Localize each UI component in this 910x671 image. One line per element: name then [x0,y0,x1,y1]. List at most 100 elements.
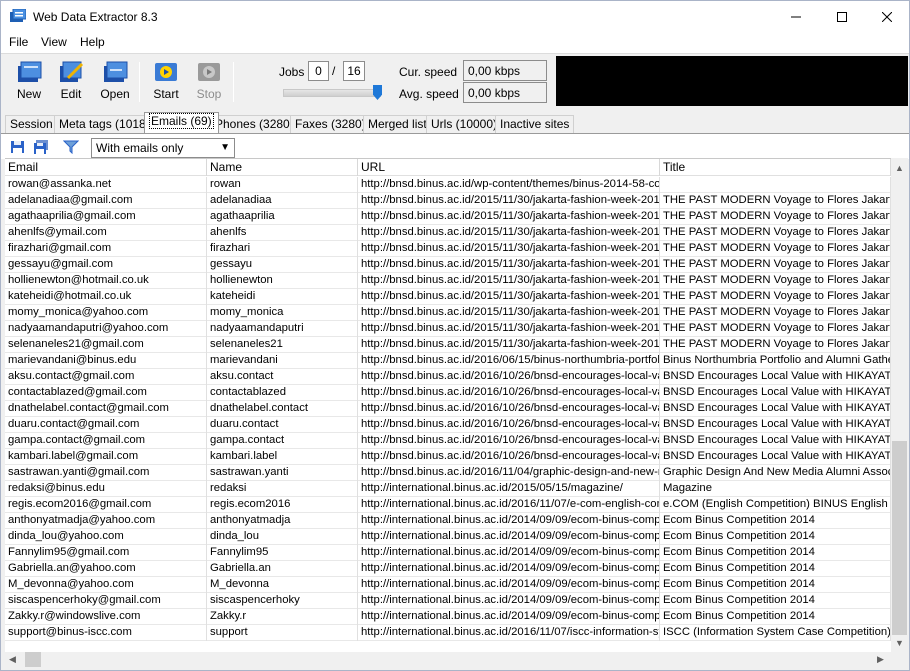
cell-title [660,177,891,193]
jobs-current-field[interactable]: 0 [308,61,329,81]
table-row[interactable]: M_devonna@yahoo.com M_devonna http://inter… [5,577,891,593]
table-row[interactable]: gessayu@gmail.com gessayu http://bnsd.binu… [5,257,891,273]
cell-title: Ecom Binus Competition 2014 [660,609,891,625]
tab-phones[interactable]: Phones (3280) [210,115,299,133]
table-row[interactable]: Zakky.r@windowslive.com Zakky.r http://int… [5,609,891,625]
tab-emails[interactable]: Emails (69) [144,112,219,133]
tab-urls[interactable]: Urls (10000) [426,115,503,133]
table-row[interactable]: dnathelabel.contact@gmail.com dnathelabel… [5,401,891,417]
table-row[interactable]: rowan@assanka.net rowan http://bnsd.binus.… [5,177,891,193]
table-row[interactable]: aksu.contact@gmail.com aksu.contact http:/… [5,369,891,385]
cell-title: Ecom Binus Competition 2014 [660,577,891,593]
table-row[interactable]: ahenlfs@ymail.com ahenlfs http://bnsd.binu… [5,225,891,241]
menu-view[interactable]: View [41,35,67,49]
cell-title: THE PAST MODERN Voyage to Flores Jakarta [660,305,891,321]
scroll-right-icon[interactable]: ▶ [877,654,884,665]
table-row[interactable]: adelanadiaa@gmail.com adelanadiaa http://b… [5,193,891,209]
open-button[interactable]: Open [95,60,135,106]
table-row[interactable]: gampa.contact@gmail.com gampa.contact http… [5,433,891,449]
stop-button[interactable]: Stop [189,60,229,106]
column-header-name[interactable]: Name [207,159,358,176]
jobs-label: Jobs [279,65,305,79]
table-row[interactable]: nadyaamandaputri@yahoo.com nadyaamandaput… [5,321,891,337]
cell-name: redaksi [207,481,358,497]
jobs-separator: / [332,64,336,78]
table-row[interactable]: duaru.contact@gmail.com duaru.contact http… [5,417,891,433]
cell-url: http://international.binus.ac.id/2014/09… [358,577,660,593]
maximize-button[interactable] [819,1,865,33]
table-row[interactable]: kambari.label@gmail.com kambari.label http… [5,449,891,465]
table-row[interactable]: selenaneles21@gmail.com selenaneles21 http… [5,337,891,353]
cell-name: nadyaamandaputri [207,321,358,337]
edit-button[interactable]: Edit [51,60,91,106]
tab-bar: Session Meta tags (1018) Emails (69) Pho… [1,111,909,133]
tab-meta-tags[interactable]: Meta tags (1018) [54,115,155,133]
save-all-icon[interactable] [33,140,49,154]
table-row[interactable]: siscaspencerhoky@gmail.com siscaspencerho… [5,593,891,609]
table-row[interactable]: marievandani@binus.edu marievandani http:/… [5,353,891,369]
cell-url: http://bnsd.binus.ac.id/2015/11/30/jakar… [358,337,660,353]
save-icon[interactable] [10,140,26,154]
start-button[interactable]: Start [146,60,186,106]
email-filter-select[interactable]: With emails only ▼ [91,138,235,158]
tab-label: Inactive sites [500,117,570,131]
menu-file[interactable]: File [9,35,28,49]
minimize-button[interactable] [773,1,819,33]
jobs-slider-track[interactable] [283,89,381,97]
cell-email: Fannylim95@gmail.com [5,545,207,561]
table-row[interactable]: Fannylim95@gmail.com Fannylim95 http://int… [5,545,891,561]
table-row[interactable]: dinda_lou@yahoo.com dinda_lou http://inter… [5,529,891,545]
table-row[interactable]: momy_monica@yahoo.com momy_monica http://b… [5,305,891,321]
close-button[interactable] [864,1,910,33]
table-row[interactable]: regis.ecom2016@gmail.com regis.ecom2016 ht… [5,497,891,513]
horizontal-scroll-thumb[interactable] [25,652,41,667]
column-header-title[interactable]: Title [660,159,891,176]
tab-merged-list[interactable]: Merged list [363,115,432,133]
table-row[interactable]: anthonyatmadja@yahoo.com anthonyatmadja ht… [5,513,891,529]
table-row[interactable]: sastrawan.yanti@gmail.com sastrawan.yanti… [5,465,891,481]
cell-title: Ecom Binus Competition 2014 [660,561,891,577]
cell-name: Fannylim95 [207,545,358,561]
cell-title: ISCC (Information System Case Competitio… [660,625,891,641]
cell-email: momy_monica@yahoo.com [5,305,207,321]
menu-bar: File View Help [1,33,909,53]
table-row[interactable]: kateheidi@hotmail.co.uk kateheidi http://b… [5,289,891,305]
cell-url: http://international.binus.ac.id/2016/11… [358,497,660,513]
cell-url: http://bnsd.binus.ac.id/2016/10/26/bnsd-… [358,417,660,433]
tab-session[interactable]: Session [5,115,58,133]
table-row[interactable]: agathaaprilia@gmail.com agathaaprilia http… [5,209,891,225]
table-row[interactable]: support@binus-iscc.com support http://inte… [5,625,891,641]
cell-title: BNSD Encourages Local Value with HIKAYAT… [660,433,891,449]
cell-url: http://international.binus.ac.id/2015/05… [358,481,660,497]
new-icon [18,61,42,82]
cell-name: dnathelabel.contact [207,401,358,417]
tab-inactive-sites[interactable]: Inactive sites [495,115,575,133]
cell-name: gampa.contact [207,433,358,449]
table-row[interactable]: firazhari@gmail.com firazhari http://bnsd.… [5,241,891,257]
column-header-email[interactable]: Email [5,159,207,176]
cell-email: nadyaamandaputri@yahoo.com [5,321,207,337]
avg-speed-value: 0,00 kbps [463,82,547,103]
cell-email: agathaaprilia@gmail.com [5,209,207,225]
cell-email: selenaneles21@gmail.com [5,337,207,353]
horizontal-scrollbar[interactable] [5,652,891,669]
tab-faxes[interactable]: Faxes (3280) [290,115,371,133]
table-row[interactable]: Gabriella.an@yahoo.com Gabriella.an http:/… [5,561,891,577]
filter-icon[interactable] [63,140,79,154]
new-button[interactable]: New [9,60,49,106]
vertical-scroll-thumb[interactable] [892,441,907,635]
table-row[interactable]: redaksi@binus.edu redaksi http://internati… [5,481,891,497]
column-header-url[interactable]: URL [358,159,660,176]
cell-title: BNSD Encourages Local Value with HIKAYAT… [660,369,891,385]
table-row[interactable]: contactablazed@gmail.com contactablazed ht… [5,385,891,401]
jobs-total-field[interactable]: 16 [343,61,365,81]
scroll-left-icon[interactable]: ◀ [9,654,16,665]
cell-name: dinda_lou [207,529,358,545]
menu-help[interactable]: Help [80,35,105,49]
app-logo-icon [10,9,26,22]
table-row[interactable]: hollienewton@hotmail.co.uk hollienewton ht… [5,273,891,289]
scroll-down-icon[interactable]: ▼ [895,638,904,648]
scroll-up-icon[interactable]: ▲ [895,163,904,173]
cell-email: kateheidi@hotmail.co.uk [5,289,207,305]
cell-url: http://bnsd.binus.ac.id/2016/10/26/bnsd-… [358,369,660,385]
